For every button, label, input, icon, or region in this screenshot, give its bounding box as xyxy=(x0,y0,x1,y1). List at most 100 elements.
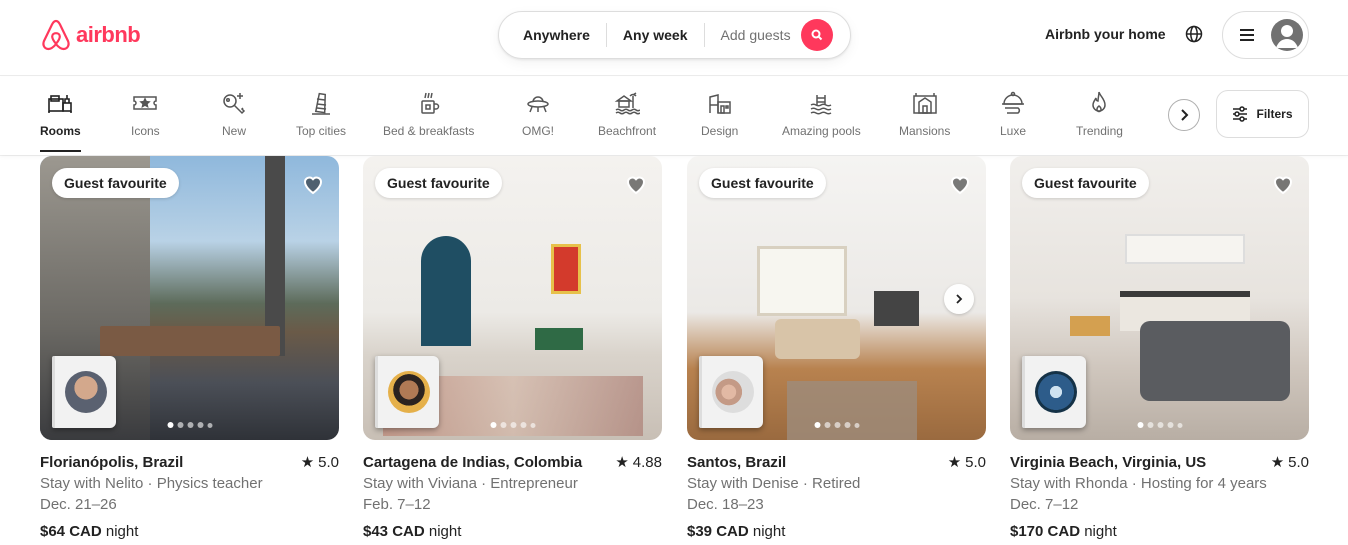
search-bar[interactable]: Anywhere Any week Add guests xyxy=(498,11,851,59)
price-amount: $170 CAD xyxy=(1010,523,1081,540)
photo-table xyxy=(100,326,280,356)
heart-icon[interactable] xyxy=(1271,172,1295,196)
category-design[interactable]: Design xyxy=(701,90,738,152)
category-mansions[interactable]: Mansions xyxy=(899,90,950,152)
listing-price: $39 CAD night xyxy=(687,521,986,542)
listing-title[interactable]: Cartagena de Indias, Colombia xyxy=(363,452,582,473)
guest-favourite-badge: Guest favourite xyxy=(1022,168,1149,198)
pagination-dot[interactable] xyxy=(500,422,506,428)
listing-info: Cartagena de Indias, Colombia ★ 4.88 Stay… xyxy=(363,452,662,542)
hamburger-menu-icon xyxy=(1240,29,1254,41)
airbnb-your-home-link[interactable]: Airbnb your home xyxy=(1045,26,1166,42)
listing-photo[interactable]: Guest favourite xyxy=(687,156,986,440)
host-avatar-card xyxy=(699,356,763,428)
pagination-dot[interactable] xyxy=(834,422,840,428)
pagination-dot[interactable] xyxy=(187,422,193,428)
category-label: Trending xyxy=(1076,124,1123,138)
category-luxe[interactable]: Luxe xyxy=(1000,90,1026,152)
category-top-cities[interactable]: Top cities xyxy=(296,90,346,152)
top-header: airbnb Anywhere Any week Add guests Airb… xyxy=(0,0,1348,76)
listing-rating: ★ 5.0 xyxy=(301,452,339,473)
guest-favourite-badge: Guest favourite xyxy=(699,168,826,198)
listing-host-line: Stay with Nelito · Physics teacher xyxy=(40,475,263,492)
pagination-dot[interactable] xyxy=(490,422,496,428)
category-label: Icons xyxy=(131,124,160,138)
globe-icon[interactable] xyxy=(1185,25,1203,43)
listing-dates: Dec. 18–23 xyxy=(687,496,764,513)
listing-title[interactable]: Virginia Beach, Virginia, US xyxy=(1010,452,1206,473)
category-beachfront[interactable]: Beachfront xyxy=(598,90,656,152)
guest-favourite-badge: Guest favourite xyxy=(52,168,179,198)
search-guests[interactable]: Add guests xyxy=(705,23,799,47)
listing-info: Santos, Brazil ★ 5.0 Stay with Denise · R… xyxy=(687,452,986,542)
pagination-dot[interactable] xyxy=(530,422,535,428)
listing-host-line: Stay with Rhonda · Hosting for 4 years xyxy=(1010,475,1267,492)
category-label: New xyxy=(221,124,246,138)
pagination-dot[interactable] xyxy=(1157,422,1163,428)
photo-painting xyxy=(551,244,581,294)
listing-price: $170 CAD night xyxy=(1010,521,1309,542)
category-bed-breakfasts[interactable]: Bed & breakfasts xyxy=(383,90,474,152)
heart-icon[interactable] xyxy=(624,172,648,196)
user-menu-button[interactable] xyxy=(1222,11,1309,59)
pagination-dot[interactable] xyxy=(197,422,203,428)
search-location[interactable]: Anywhere xyxy=(499,23,606,47)
pagination-dot[interactable] xyxy=(167,422,173,428)
photo-rug xyxy=(787,381,917,440)
price-amount: $43 CAD xyxy=(363,523,425,540)
cloche-icon xyxy=(1002,91,1025,114)
pagination-dot[interactable] xyxy=(844,422,850,428)
category-icons[interactable]: Icons xyxy=(131,90,160,152)
listing-card[interactable]: Guest favourite Virginia Beach, Virginia… xyxy=(1010,156,1309,542)
star-icon: ★ xyxy=(1270,454,1285,471)
photo-cabinets xyxy=(1125,234,1245,264)
pagination-dot[interactable] xyxy=(1167,422,1173,428)
category-label: Rooms xyxy=(40,124,81,138)
airbnb-logo[interactable]: airbnb xyxy=(40,18,141,52)
pagination-dot[interactable] xyxy=(824,422,830,428)
ufo-icon xyxy=(527,96,549,113)
categories-next-button[interactable] xyxy=(1168,99,1200,131)
search-dates[interactable]: Any week xyxy=(607,23,704,47)
listing-price: $64 CAD night xyxy=(40,521,339,542)
category-rooms[interactable]: Rooms xyxy=(40,90,81,152)
pagination-dot[interactable] xyxy=(1137,422,1143,428)
listing-info: Virginia Beach, Virginia, US ★ 5.0 Stay w… xyxy=(1010,452,1309,542)
pagination-dot[interactable] xyxy=(510,422,516,428)
listing-dates: Feb. 7–12 xyxy=(363,496,431,513)
search-button[interactable] xyxy=(800,19,833,51)
category-omg[interactable]: OMG! xyxy=(522,90,554,152)
photo-sofa xyxy=(1140,321,1290,401)
category-label: Amazing pools xyxy=(782,124,861,138)
listing-info: Florianópolis, Brazil ★ 5.0 Stay with Nel… xyxy=(40,452,339,542)
pagination-dot[interactable] xyxy=(1177,422,1182,428)
photo-pagination xyxy=(490,422,535,428)
listing-title[interactable]: Florianópolis, Brazil xyxy=(40,452,183,473)
flame-icon xyxy=(1092,91,1107,113)
category-trending[interactable]: Trending xyxy=(1076,90,1123,152)
pagination-dot[interactable] xyxy=(1147,422,1153,428)
pagination-dot[interactable] xyxy=(854,422,859,428)
category-label: Beachfront xyxy=(598,124,657,138)
listing-title[interactable]: Santos, Brazil xyxy=(687,452,786,473)
listing-photo[interactable]: Guest favourite xyxy=(40,156,339,440)
photo-next-button[interactable] xyxy=(944,284,974,314)
pagination-dot[interactable] xyxy=(520,422,526,428)
heart-icon[interactable] xyxy=(948,172,972,196)
listing-card[interactable]: Guest favourite Santos, Brazil ★ 5.0 Stay… xyxy=(687,156,986,542)
heart-icon[interactable] xyxy=(301,172,325,196)
listing-photo[interactable]: Guest favourite xyxy=(1010,156,1309,440)
listing-photo[interactable]: Guest favourite xyxy=(363,156,662,440)
listing-rating: ★ 4.88 xyxy=(615,452,662,473)
pagination-dot[interactable] xyxy=(177,422,183,428)
filters-button[interactable]: Filters xyxy=(1216,90,1309,138)
listing-card[interactable]: Guest favourite Cartagena de Indias, Col… xyxy=(363,156,662,542)
category-amazing-pools[interactable]: Amazing pools xyxy=(782,90,861,152)
photo-dining-chairs xyxy=(1070,316,1110,336)
pagination-dot[interactable] xyxy=(207,422,212,428)
listing-card[interactable]: Guest favourite Florianópolis, Brazil ★ 5… xyxy=(40,156,339,542)
user-avatar xyxy=(1271,19,1303,51)
category-new[interactable]: New xyxy=(221,90,247,152)
pagination-dot[interactable] xyxy=(814,422,820,428)
rating-value: 5.0 xyxy=(965,454,986,471)
